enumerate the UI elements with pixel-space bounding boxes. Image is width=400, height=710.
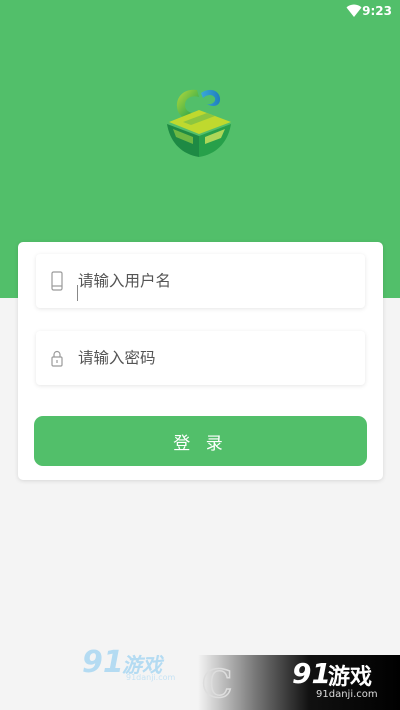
status-bar: 9:23 [0, 0, 400, 24]
lock-icon [51, 350, 63, 367]
app-logo [167, 89, 231, 157]
password-input[interactable] [78, 331, 348, 385]
watermark-logo-right: C 91 游戏 91danji.com [198, 655, 400, 710]
username-input[interactable] [78, 254, 348, 308]
watermark-domain: 91danji.com [316, 689, 378, 700]
login-card: 登 录 [18, 242, 383, 480]
watermark-domain: 91danji.com [126, 673, 176, 682]
username-field [36, 254, 365, 308]
watermark-number: 91 [82, 645, 124, 680]
watermark-brand: 游戏 [328, 665, 373, 690]
phone-icon [51, 271, 63, 291]
login-button[interactable]: 登 录 [34, 416, 367, 466]
password-field [36, 331, 365, 385]
watermark-number: 91 [292, 657, 331, 690]
watermark-mark: C [201, 660, 233, 707]
status-time: 9:23 [362, 4, 392, 18]
wifi-icon [346, 4, 362, 17]
watermark-logo-left: 91 游戏 91danji.com [82, 645, 182, 685]
